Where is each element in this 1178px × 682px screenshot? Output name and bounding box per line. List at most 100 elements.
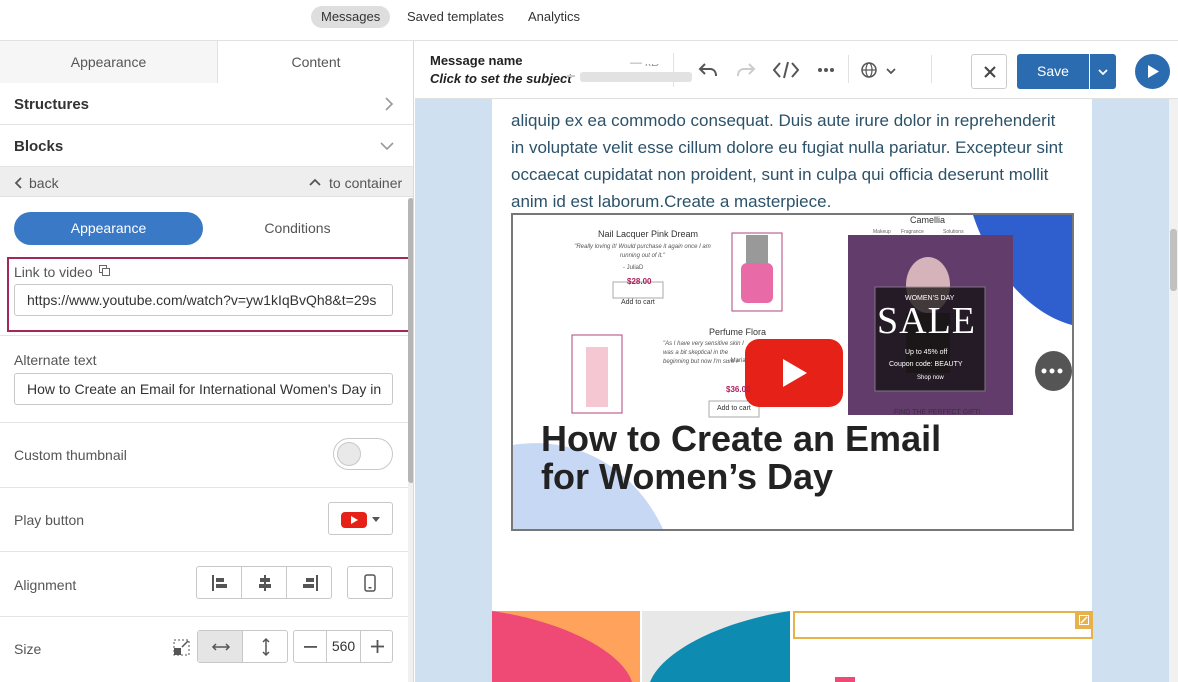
- product1-price: $28.00: [627, 277, 652, 286]
- custom-thumbnail-toggle[interactable]: [333, 438, 393, 470]
- body-text[interactable]: aliquip ex ea commodo consequat. Duis au…: [511, 107, 1071, 215]
- settings-panel: Appearance Content Structures Blocks bac…: [0, 41, 414, 682]
- tab-block-appearance[interactable]: Appearance: [14, 212, 203, 245]
- more-options-icon[interactable]: [817, 67, 835, 73]
- divider: [0, 551, 408, 552]
- code-icon[interactable]: [773, 61, 799, 79]
- tab-saved-templates[interactable]: Saved templates: [397, 6, 514, 28]
- align-left-button[interactable]: [197, 567, 242, 598]
- blocks-title: Blocks: [14, 138, 64, 155]
- size-mode-group: [197, 630, 288, 663]
- decor-square-pink: [835, 677, 855, 682]
- send-test-button[interactable]: [1135, 54, 1170, 89]
- product1-author: - JuliaD: [623, 265, 644, 271]
- chevron-right-icon: [385, 97, 394, 111]
- mobile-icon: [364, 574, 376, 592]
- brand-logo: Camellia: [910, 215, 946, 225]
- save-options-button[interactable]: [1090, 54, 1116, 89]
- editor-area: Message name Click to set the subject — …: [415, 41, 1178, 682]
- email-canvas: aliquip ex ea commodo consequat. Duis au…: [492, 99, 1093, 682]
- close-icon: [984, 66, 996, 78]
- toggle-knob: [337, 442, 361, 466]
- link-to-video-input[interactable]: https://www.youtube.com/watch?v=yw1kIqBv…: [14, 284, 393, 316]
- align-right-icon: [303, 575, 318, 591]
- structures-section[interactable]: Structures: [0, 84, 413, 125]
- sale-discount: Up to 45% off: [905, 349, 948, 356]
- size-input[interactable]: 560: [327, 631, 360, 662]
- sale-headline: SALE: [877, 300, 976, 342]
- tab-block-conditions[interactable]: Conditions: [203, 212, 392, 245]
- product2-add-to-cart: Add to cart: [717, 405, 751, 412]
- mobile-view-button[interactable]: [347, 566, 393, 599]
- chevron-down-icon: [380, 142, 394, 151]
- resize-icon[interactable]: [173, 639, 190, 656]
- play-button-select[interactable]: [328, 502, 393, 535]
- align-center-button[interactable]: [242, 567, 287, 598]
- divider: [0, 487, 408, 488]
- size-increase-button[interactable]: [360, 631, 393, 662]
- copy-icon[interactable]: [99, 265, 111, 277]
- scrollbar-thumb[interactable]: [408, 198, 413, 483]
- minus-icon: [304, 646, 317, 648]
- size-stepper: 560: [293, 630, 393, 663]
- brand-menu-fragrance: Fragrance: [901, 229, 924, 235]
- plus-icon: [371, 640, 384, 653]
- link-to-video-label: Link to video: [14, 264, 93, 280]
- alternate-text-input[interactable]: How to Create an Email for International…: [14, 373, 393, 405]
- panel-tab-content[interactable]: Content: [218, 41, 413, 83]
- message-name[interactable]: Message name: [430, 53, 523, 68]
- thumbnail-headline-line1: How to Create an Email: [541, 418, 942, 459]
- align-right-button[interactable]: [287, 567, 332, 598]
- divider: [0, 422, 408, 423]
- block-badge[interactable]: [1075, 611, 1093, 629]
- back-link[interactable]: back: [29, 175, 59, 191]
- tab-messages[interactable]: Messages: [311, 6, 391, 28]
- video-block-settings: Appearance Conditions Link to video http…: [0, 198, 408, 682]
- product2-price: $36.00: [726, 385, 751, 394]
- close-button[interactable]: [971, 54, 1007, 89]
- editor-scrollbar[interactable]: [1169, 99, 1178, 682]
- size-cover: [645, 56, 685, 64]
- scrollbar-thumb[interactable]: [1170, 229, 1177, 291]
- divider: [0, 335, 408, 336]
- alignment-group: [196, 566, 332, 599]
- find-gift: FIND THE PERFECT GIFT!: [894, 409, 981, 416]
- save-button[interactable]: Save: [1017, 54, 1089, 89]
- width-mode-button[interactable]: [198, 631, 243, 662]
- size-decrease-button[interactable]: [294, 631, 327, 662]
- panel-tab-appearance[interactable]: Appearance: [0, 41, 218, 83]
- chevron-up-icon[interactable]: [309, 178, 321, 186]
- video-block[interactable]: Nail Lacquer Pink Dream "Really loving i…: [511, 213, 1074, 531]
- chevron-left-icon[interactable]: [14, 177, 22, 189]
- top-navigation: Messages Saved templates Analytics: [0, 0, 1178, 41]
- brand-menu-makeup: Makeup: [873, 229, 891, 235]
- product1-add-to-cart: Add to cart: [621, 299, 655, 306]
- leaf-shape-pink: [492, 611, 632, 682]
- divider: [0, 616, 408, 617]
- subject-field[interactable]: Click to set the subject: [430, 71, 572, 86]
- shop-now: Shop now: [917, 375, 944, 381]
- tab-analytics[interactable]: Analytics: [518, 6, 590, 28]
- divider: [848, 55, 849, 83]
- thumbnail-headline-line2: for Women’s Day: [541, 456, 834, 497]
- alternate-text-label: Alternate text: [14, 352, 97, 368]
- decor-tile-orange: [492, 611, 640, 682]
- to-container-link[interactable]: to container: [329, 175, 402, 191]
- panel-tabs: Appearance Content: [0, 41, 413, 83]
- settings-scrollbar[interactable]: [408, 198, 413, 682]
- youtube-play-icon: [341, 512, 367, 528]
- redo-icon[interactable]: [736, 61, 756, 79]
- globe-icon[interactable]: [861, 62, 877, 78]
- divider: [931, 55, 932, 83]
- chevron-down-icon[interactable]: [886, 68, 896, 74]
- height-mode-button[interactable]: [243, 631, 288, 662]
- blocks-section[interactable]: Blocks: [0, 125, 413, 167]
- product2-name: Perfume Flora: [709, 327, 767, 337]
- undo-icon[interactable]: [698, 61, 718, 79]
- vertical-arrows-icon: [262, 637, 270, 657]
- selected-empty-block[interactable]: [793, 611, 1093, 639]
- align-left-icon: [212, 575, 227, 591]
- leaf-shape-teal: [650, 611, 790, 682]
- play-icon: [1148, 65, 1159, 78]
- custom-thumbnail-label: Custom thumbnail: [14, 447, 127, 463]
